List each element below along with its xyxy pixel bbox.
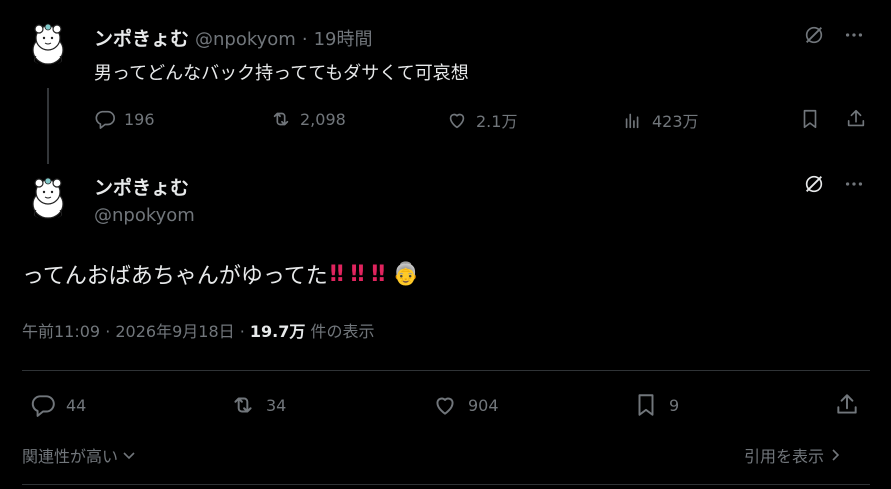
thread-line — [47, 88, 49, 164]
display-name[interactable]: ンポきょむ — [94, 173, 189, 200]
sort-label: 関連性が高い — [22, 447, 119, 466]
more-icon — [845, 182, 863, 186]
divider — [22, 484, 870, 485]
double-exclamation-3: ‼ — [371, 261, 385, 287]
grandma-emoji: 👵 — [392, 261, 420, 287]
timestamp-text[interactable]: 午前11:09 · 2026年9月18日 · — [22, 322, 250, 341]
main-tweet-text: ってんおばあちゃんがゆってた — [22, 264, 328, 289]
retweet-icon — [234, 397, 252, 413]
reply-button[interactable]: 44 — [30, 392, 86, 418]
chevron-right-icon — [832, 449, 840, 461]
handle[interactable]: @npokyom — [94, 205, 195, 226]
more-button[interactable] — [843, 24, 865, 46]
view-quotes-link[interactable]: 引用を表示 — [744, 443, 842, 467]
avatar[interactable] — [24, 172, 72, 220]
retweet-count: 34 — [266, 395, 287, 415]
share-icon — [847, 109, 865, 127]
share-button[interactable] — [845, 108, 867, 130]
views-label: 件の表示 — [305, 322, 375, 341]
heart-icon — [449, 113, 465, 129]
main-tweet-body: ってんおばあちゃんがゆってた ‼ ‼ ‼ 👵 — [22, 258, 420, 290]
reply-count: 44 — [66, 395, 87, 415]
avatar-image — [24, 172, 72, 220]
grok-icon — [805, 175, 823, 193]
display-name[interactable]: ンポきょむ — [94, 24, 189, 51]
sort-dropdown[interactable]: 関連性が高い — [22, 443, 136, 467]
views-count: 19.7万 — [249, 322, 306, 341]
tweet-timestamp: 午前11:09 · 2026年9月18日 · 19.7万 件の表示 — [22, 318, 374, 342]
parent-tweet-header: ンポきょむ @npokyom · 19時間 — [94, 24, 372, 51]
more-icon — [845, 33, 863, 37]
double-exclamation-1: ‼ — [329, 261, 344, 287]
avatar-image — [24, 18, 72, 66]
parent-tweet-text: 男ってどんなバック持っててもダサくて可哀想 — [94, 63, 469, 84]
divider — [22, 370, 870, 371]
avatar[interactable] — [24, 18, 72, 66]
grok-icon — [805, 26, 823, 44]
retweet-icon — [273, 112, 289, 126]
retweet-count: 2,098 — [300, 109, 346, 129]
chevron-down-icon — [123, 452, 135, 460]
like-button[interactable]: 904 — [432, 392, 499, 418]
bookmark-icon — [803, 109, 817, 129]
separator: · — [301, 29, 308, 50]
bookmark-count: 9 — [669, 395, 680, 415]
retweet-button[interactable]: 2,098 — [270, 108, 346, 130]
share-icon — [837, 394, 857, 414]
heart-icon — [436, 397, 454, 415]
like-count: 904 — [468, 395, 499, 415]
handle[interactable]: @npokyom — [195, 29, 296, 50]
views-count: 423万 — [652, 112, 699, 131]
reply-icon — [31, 395, 55, 417]
like-count: 2.1万 — [476, 112, 518, 131]
views-button[interactable]: 423万 — [622, 108, 699, 132]
reply-button[interactable]: 196 — [94, 108, 155, 130]
like-button[interactable]: 2.1万 — [446, 108, 517, 132]
bookmark-button[interactable]: 9 — [633, 392, 679, 418]
retweet-button[interactable]: 34 — [230, 392, 286, 418]
tweet-time[interactable]: 19時間 — [314, 25, 373, 51]
bookmark-icon — [638, 394, 654, 416]
reply-count: 196 — [124, 109, 155, 129]
more-button[interactable] — [843, 173, 865, 195]
double-exclamation-2: ‼ — [350, 261, 365, 287]
bookmark-button[interactable] — [799, 108, 821, 130]
quotes-label: 引用を表示 — [744, 447, 825, 466]
grok-button[interactable] — [803, 24, 825, 46]
share-button[interactable] — [834, 392, 860, 418]
analytics-icon — [625, 113, 639, 129]
reply-icon — [95, 110, 115, 129]
grok-button[interactable] — [803, 173, 825, 195]
